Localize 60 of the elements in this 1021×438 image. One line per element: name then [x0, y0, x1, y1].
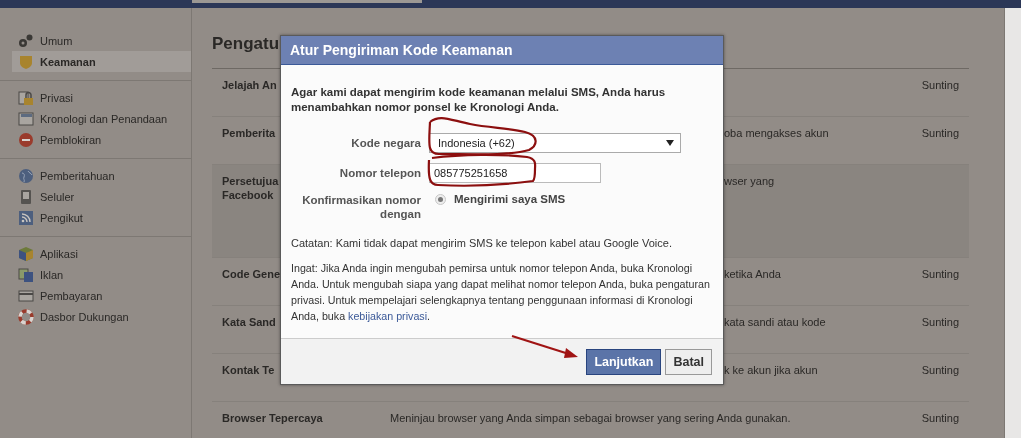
setting-name: Browser Tepercaya [222, 412, 323, 424]
setting-description: wser yang [724, 175, 775, 187]
search-field[interactable] [192, 0, 422, 3]
sidebar-item[interactable]: Dasbor Dukungan [0, 306, 191, 327]
edit-link[interactable]: Sunting [921, 412, 959, 424]
shield-icon [18, 53, 34, 70]
cancel-button[interactable]: Batal [665, 348, 712, 375]
lifebuoy-icon [18, 308, 34, 325]
field-label: Nomor telepon [338, 167, 421, 179]
caret-icon [666, 140, 674, 146]
note-text: Catatan: Kami tidak dapat mengirim SMS ke telepon kabel atau Google Voice. [291, 236, 673, 251]
edit-link[interactable]: Sunting [921, 268, 959, 280]
sidebar-item[interactable]: Pembayaran [0, 285, 191, 306]
sidebar-item[interactable]: Pemberitahuan [0, 165, 191, 186]
block-icon [18, 131, 34, 148]
setting-name: Facebook [222, 189, 274, 201]
timeline-icon [18, 110, 34, 127]
edit-link[interactable]: Sunting [921, 316, 959, 328]
radio-label: Mengirimi saya SMS [454, 193, 566, 205]
country-dropdown[interactable]: Indonesia (+62) [429, 133, 681, 153]
sidebar-item[interactable]: Iklan [0, 264, 191, 285]
field-label: Konfirmasikan nomor dengan [301, 193, 421, 221]
globe-icon [18, 167, 34, 184]
sidebar-item[interactable]: Seluler [0, 186, 191, 207]
reminder-text: Ingat: Jika Anda ingin mengubah pemirsa untuk nomor telepon Anda, buka Kronologi Anda. Untuk mengubah siapa yang dapat melihat nomor telepon Anda, buka pengaturan privasi. Untuk mempelajari selengkapnya tentang penggunaan informasi di Kronologi Anda, buka kebijakan privasi. [291, 261, 711, 324]
sidebar-item[interactable]: Aplikasi [0, 243, 191, 264]
radio-button[interactable] [435, 193, 446, 205]
rss-icon [18, 209, 34, 226]
gears-icon [18, 32, 34, 49]
setting-name: Persetujua [222, 175, 279, 187]
sidebar-item[interactable]: Umum [0, 30, 191, 51]
edit-link[interactable]: Sunting [921, 127, 959, 139]
field-label: Kode negara [350, 137, 421, 149]
phone-field[interactable]: 085775251658 [429, 163, 601, 183]
setting-name: Pemberita [222, 127, 276, 139]
continue-button[interactable]: Lanjutkan [586, 348, 662, 375]
setting-description: kata sandi atau kode [724, 316, 826, 328]
card-icon [18, 287, 34, 304]
sidebar-item[interactable]: Pemblokiran [0, 129, 191, 150]
setting-name: Kontak Te [222, 364, 275, 376]
setting-name: Kata Sand [222, 316, 276, 328]
ad-icon [18, 266, 34, 283]
setting-name: Jelajah An [222, 79, 277, 91]
lock-icon [18, 89, 34, 106]
setting-description: Meninjau browser yang Anda simpan sebagai browser yang sering Anda gunakan. [390, 412, 791, 424]
setting-description: ketika Anda [724, 268, 781, 280]
arrow [511, 334, 578, 358]
dialog-title: Atur Pengiriman Kode Keamanan [281, 36, 723, 65]
sidebar-item[interactable]: Kronologi dan Penandaan [0, 108, 191, 129]
edit-link[interactable]: Sunting [921, 79, 959, 91]
setting-description: oba mengakses akun [724, 127, 829, 139]
cube-icon [18, 245, 34, 262]
setting-name: Code Gene [222, 268, 281, 280]
setting-description: k ke akun jika akun [724, 364, 818, 376]
phone-icon [18, 188, 34, 205]
sidebar-item[interactable]: Pengikut [0, 207, 191, 228]
edit-link[interactable]: Sunting [921, 364, 959, 376]
sidebar-item[interactable]: Privasi [0, 87, 191, 108]
intro-text: Agar kami dapat mengirim kode keamanan melalui SMS, Anda harus menambahkan nomor ponsel ke Kronologi Anda. [291, 85, 667, 115]
sidebar-item[interactable]: Keamanan [12, 51, 191, 72]
